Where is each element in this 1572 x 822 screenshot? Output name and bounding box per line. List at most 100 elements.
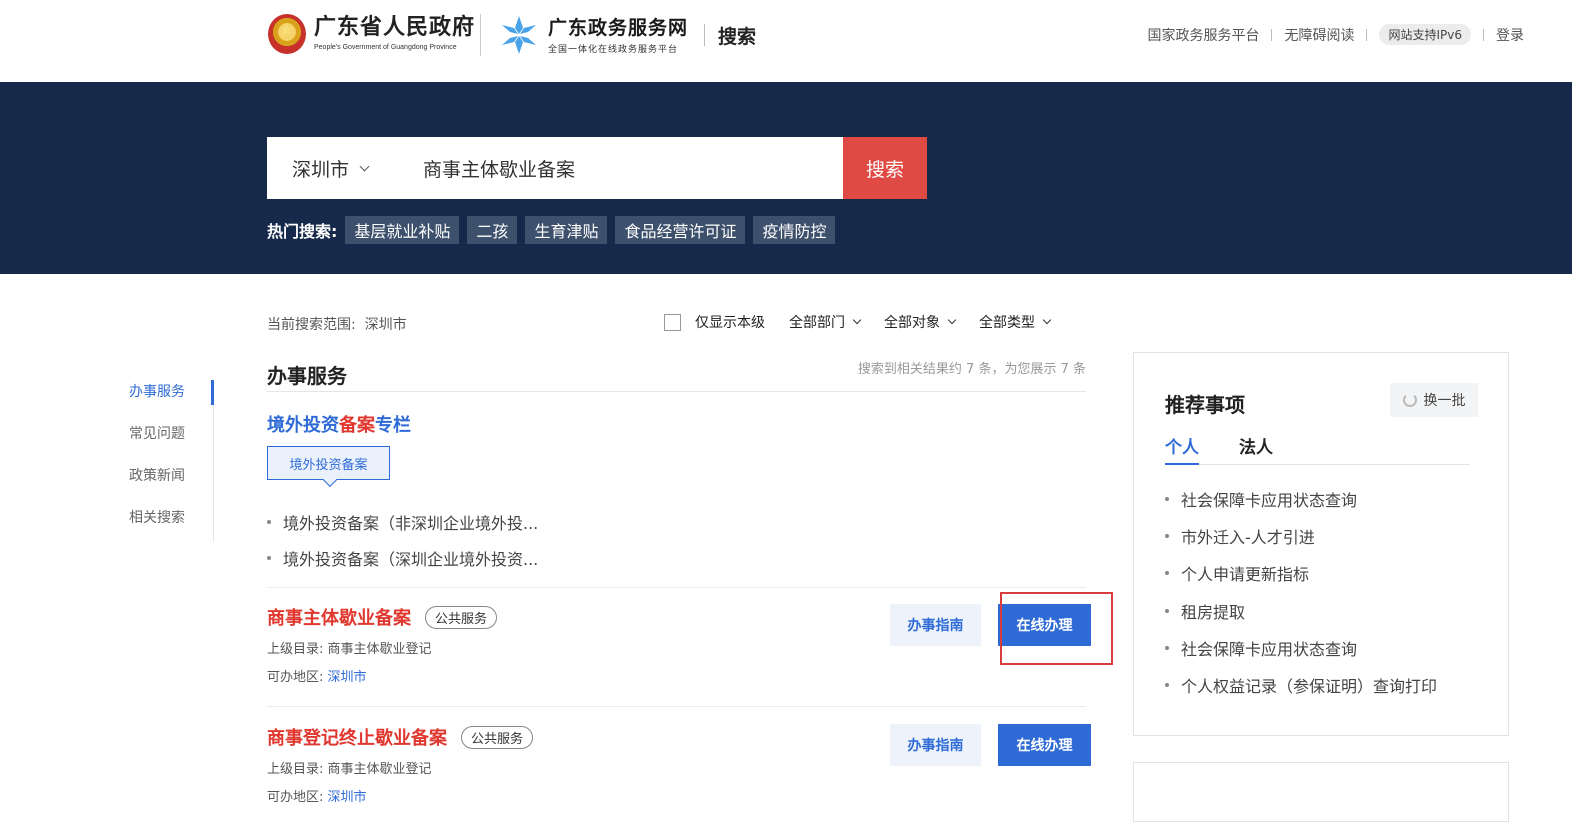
top-header: 广东省人民政府 People's Government of Guangdong… xyxy=(0,0,1572,82)
result-title[interactable]: 商事登记终止歇业备案 xyxy=(267,724,447,750)
parent-label: 上级目录: xyxy=(267,642,324,657)
link-separator xyxy=(1271,28,1273,41)
ipv6-badge: 网站支持IPv6 xyxy=(1379,24,1471,45)
tab-legal-entity[interactable]: 法人 xyxy=(1239,433,1273,465)
parent-value: 商事主体歇业登记 xyxy=(327,642,432,657)
national-platform-link[interactable]: 国家政务服务平台 xyxy=(1147,25,1259,45)
region-label: 可办地区: xyxy=(267,790,324,805)
hot-tag[interactable]: 疫情防控 xyxy=(753,216,836,244)
target-filter-label: 全部对象 xyxy=(884,315,940,331)
hot-tag[interactable]: 二孩 xyxy=(467,216,518,244)
guide-button[interactable]: 办事指南 xyxy=(890,604,981,646)
chevron-down-icon xyxy=(1042,315,1052,325)
nav-item-policy-news[interactable]: 政策新闻 xyxy=(120,464,213,506)
hot-searches-label: 热门搜索: xyxy=(267,222,338,241)
list-item[interactable]: 个人申请更新指标 xyxy=(1165,555,1437,592)
region-link[interactable]: 深圳市 xyxy=(328,790,367,805)
service-type-badge: 公共服务 xyxy=(425,605,498,629)
service-type-badge: 公共服务 xyxy=(461,725,534,749)
search-button[interactable]: 搜索 xyxy=(843,137,927,199)
column-tab[interactable]: 境外投资备案 xyxy=(267,446,390,480)
section-title: 办事服务 xyxy=(267,364,347,388)
nav-item-related-search[interactable]: 相关搜索 xyxy=(120,506,213,548)
hot-searches: 热门搜索: 基层就业补贴 二孩 生育津贴 食品经营许可证 疫情防控 xyxy=(267,216,843,244)
service-region: 可办地区: 深圳市 xyxy=(267,786,1097,805)
search-input[interactable] xyxy=(391,137,843,199)
city-select[interactable]: 深圳市 xyxy=(267,155,391,182)
list-item-label: 境外投资备案（深圳企业境外投资... xyxy=(283,550,539,569)
bullet-icon xyxy=(1165,645,1169,650)
link-separator xyxy=(1483,28,1484,41)
guide-button[interactable]: 办事指南 xyxy=(890,724,981,766)
secondary-panel xyxy=(1133,762,1509,822)
category-nav: 办事服务 常见问题 政策新闻 相关搜索 xyxy=(120,380,214,542)
only-this-level-checkbox[interactable] xyxy=(664,313,681,331)
hot-tag[interactable]: 生育津贴 xyxy=(525,216,608,244)
bullet-icon xyxy=(1165,533,1169,538)
list-item[interactable]: 市外迁入-人才引进 xyxy=(1165,517,1437,554)
refresh-button[interactable]: 换一批 xyxy=(1390,383,1478,417)
refresh-label: 换一批 xyxy=(1423,393,1466,409)
list-item[interactable]: 租房提取 xyxy=(1165,592,1437,629)
result-item: 商事主体歇业备案 公共服务 上级目录: 商事主体歇业登记 可办地区: 深圳市 办… xyxy=(267,604,1097,685)
divider xyxy=(267,706,1086,707)
result-item: 商事登记终止歇业备案 公共服务 上级目录: 商事主体歇业登记 可办地区: 深圳市… xyxy=(267,724,1097,805)
list-item[interactable]: 境外投资备案（非深圳企业境外投... xyxy=(267,504,538,540)
scope-label: 当前搜索范围: xyxy=(267,317,356,333)
hot-tag[interactable]: 食品经营许可证 xyxy=(615,216,746,244)
service-subtitle: 全国一体化在线政务服务平台 xyxy=(548,44,679,55)
highlight-box xyxy=(1000,592,1113,665)
snowflake-logo-icon xyxy=(502,16,536,54)
top-links: 国家政务服务平台 无障碍阅读 网站支持IPv6 登录 xyxy=(1147,24,1524,45)
chevron-down-icon xyxy=(947,315,957,325)
list-item-label: 社会保障卡应用状态查询 xyxy=(1181,490,1358,510)
parent-label: 上级目录: xyxy=(267,762,324,777)
type-filter[interactable]: 全部类型 xyxy=(979,312,1052,332)
bullet-icon xyxy=(267,556,271,560)
service-logo[interactable]: 广东政务服务网 全国一体化在线政务服务平台 xyxy=(498,14,688,56)
login-link[interactable]: 登录 xyxy=(1496,25,1524,45)
recommend-list: 社会保障卡应用状态查询 市外迁入-人才引进 个人申请更新指标 租房提取 社会保障… xyxy=(1165,480,1437,704)
list-item[interactable]: 个人权益记录（参保证明）查询打印 xyxy=(1165,666,1437,703)
page-title: 搜索 xyxy=(718,26,757,48)
bullet-icon xyxy=(267,520,271,524)
service-region: 可办地区: 深圳市 xyxy=(267,666,1097,685)
tab-personal[interactable]: 个人 xyxy=(1165,433,1199,465)
column-title-highlight: 备案 xyxy=(339,415,375,436)
list-item[interactable]: 社会保障卡应用状态查询 xyxy=(1165,629,1437,666)
link-separator xyxy=(1366,28,1368,41)
only-this-level-label[interactable]: 仅显示本级 xyxy=(695,312,765,332)
bullet-icon xyxy=(1165,496,1169,501)
parent-value: 商事主体歇业登记 xyxy=(327,762,432,777)
list-item[interactable]: 境外投资备案（深圳企业境外投资... xyxy=(267,540,538,576)
national-emblem-icon xyxy=(268,14,306,54)
result-title-part: 歇业备案 xyxy=(375,728,447,749)
nav-item-faq[interactable]: 常见问题 xyxy=(120,422,213,464)
region-label: 可办地区: xyxy=(267,670,324,685)
nav-item-services[interactable]: 办事服务 xyxy=(120,380,213,422)
result-title[interactable]: 商事主体歇业备案 xyxy=(267,604,411,630)
gov-logo[interactable]: 广东省人民政府 People's Government of Guangdong… xyxy=(268,12,475,56)
department-filter[interactable]: 全部部门 xyxy=(789,312,862,332)
column-list: 境外投资备案（非深圳企业境外投... 境外投资备案（深圳企业境外投资... xyxy=(267,504,538,576)
department-filter-label: 全部部门 xyxy=(789,315,845,331)
divider xyxy=(267,587,1086,588)
list-item[interactable]: 社会保障卡应用状态查询 xyxy=(1165,480,1437,517)
result-title-part: 商事 xyxy=(267,728,303,749)
list-item-label: 个人权益记录（参保证明）查询打印 xyxy=(1181,677,1438,697)
scope-value: 深圳市 xyxy=(364,317,407,333)
region-link[interactable]: 深圳市 xyxy=(328,670,367,685)
title-divider xyxy=(704,24,705,46)
column-title-part: 境外投资 xyxy=(267,415,339,436)
search-banner: 深圳市 搜索 热门搜索: 基层就业补贴 二孩 生育津贴 食品经营许可证 疫情防控 xyxy=(0,82,1572,274)
chevron-down-icon xyxy=(359,161,370,171)
target-filter[interactable]: 全部对象 xyxy=(884,312,957,332)
column-title[interactable]: 境外投资备案专栏 xyxy=(267,411,411,437)
accessibility-link[interactable]: 无障碍阅读 xyxy=(1284,25,1354,45)
active-indicator xyxy=(211,380,214,405)
search-scope: 当前搜索范围: 深圳市 xyxy=(267,314,407,334)
apply-online-button[interactable]: 在线办理 xyxy=(998,724,1091,766)
list-item-label: 社会保障卡应用状态查询 xyxy=(1181,639,1358,659)
hot-tag[interactable]: 基层就业补贴 xyxy=(345,216,460,244)
divider xyxy=(267,391,1086,392)
